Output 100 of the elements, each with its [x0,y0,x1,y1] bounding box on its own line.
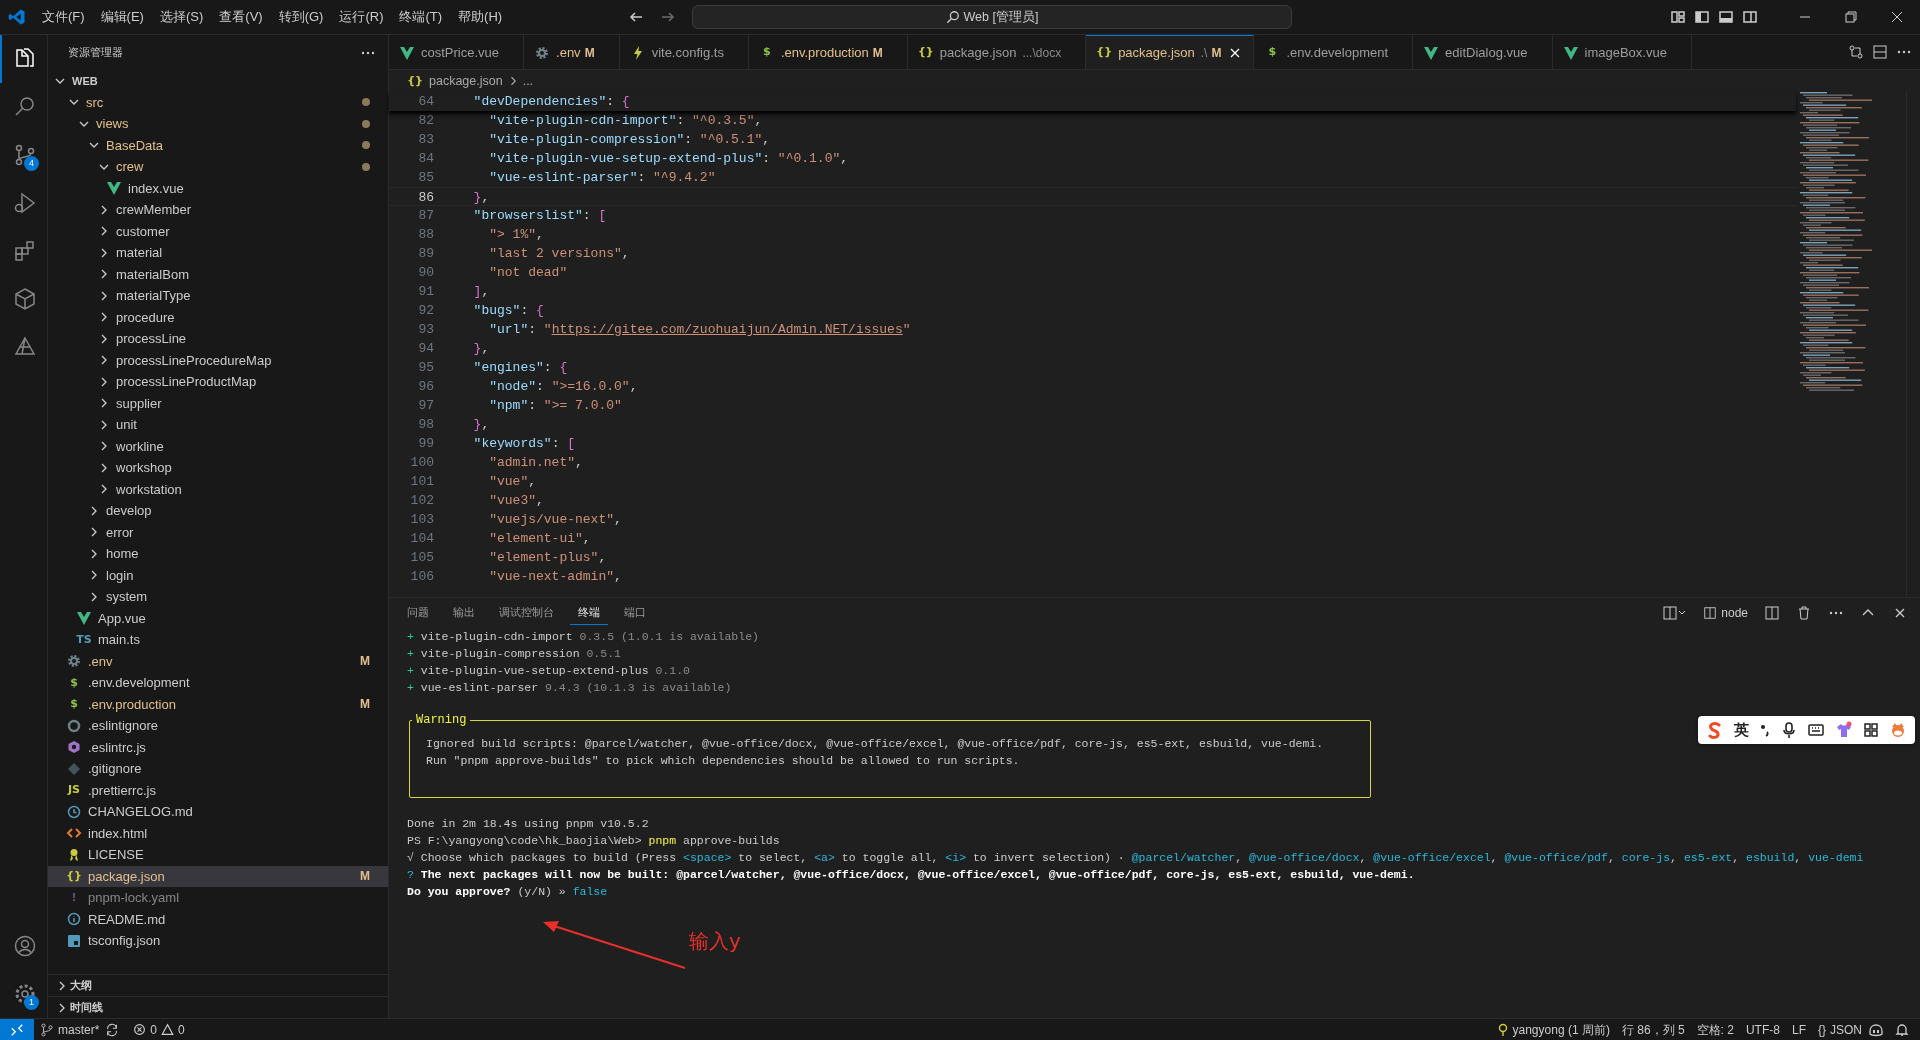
panel-tab[interactable]: 端口 [616,601,654,625]
breadcrumb-item[interactable]: package.json [429,71,503,91]
grid-icon[interactable] [1863,722,1879,738]
folder-item[interactable]: customer [48,220,388,242]
folder-item[interactable]: materialBom [48,263,388,285]
folder-item[interactable]: error [48,521,388,543]
breadcrumb-item[interactable]: ... [522,71,534,91]
folder-item[interactable]: system [48,586,388,608]
menu-item[interactable]: 转到(G) [270,5,332,29]
split-dropdown-icon[interactable] [1663,605,1688,621]
file-item[interactable]: CHANGELOG.md [48,801,388,823]
file-item[interactable]: .gitignore [48,758,388,780]
file-item[interactable]: .env M [48,650,388,672]
language-toggle[interactable]: 英 [1734,718,1749,742]
v-logo-icon [106,180,122,197]
code-line: "last 2 versions", [488,245,630,263]
extensions-icon[interactable] [12,239,37,263]
url-link[interactable]: https://gitee.com/zuohuaijun/Admin.NET/issues [551,322,903,337]
folder-item[interactable]: home [48,543,388,565]
file-item[interactable]: $ .env.development [48,672,388,694]
folder-item[interactable]: crewMember [48,199,388,221]
line-number: 82 [417,112,434,130]
file-item[interactable]: {} package.json M [48,865,388,887]
terminal-icon [1703,606,1718,620]
line-number: 92 [417,302,434,320]
file-item[interactable]: tsconfig.json [48,930,388,952]
copilot-icon[interactable] [1868,1022,1884,1037]
menu-item[interactable]: 编辑(E) [92,5,152,29]
file-item[interactable]: App.vue [48,607,388,629]
menu-item[interactable]: 文件(F) [34,5,93,29]
branch-status[interactable]: master* [34,1018,106,1040]
folder-item[interactable]: material [48,242,388,264]
compare-changes-icon[interactable] [1848,44,1864,60]
folder-item[interactable]: workshop [48,457,388,479]
file-item[interactable]: LICENSE [48,844,388,866]
menu-item[interactable]: 终端(T) [391,5,451,29]
folder-item[interactable]: BaseData [48,134,388,156]
file-item[interactable]: README.md [48,908,388,930]
folder-item[interactable]: src [48,91,388,113]
language-status[interactable]: {} JSON [1811,1018,1868,1040]
editor-tab[interactable]: {} package.json .\ M [1086,35,1255,69]
panel-tab[interactable]: 问题 [399,601,437,625]
file-item[interactable]: .eslintrc.js [48,736,388,758]
folder-item[interactable]: workstation [48,478,388,500]
cube-icon[interactable] [12,287,37,311]
file-item[interactable]: TS main.ts [48,629,388,651]
folder-item[interactable]: processLineProductMap [48,371,388,393]
microphone-icon[interactable] [1781,721,1797,739]
split-editor-icon[interactable] [1872,44,1888,60]
trash-icon[interactable] [1796,605,1812,621]
bell-icon[interactable] [1894,1022,1910,1037]
menu-item[interactable]: 查看(V) [211,5,271,29]
split-layout-icon[interactable] [1742,9,1758,25]
panel-tab[interactable]: 输出 [445,601,483,625]
line-ending-status[interactable]: LF [1785,1018,1812,1040]
keyboard-icon[interactable] [1807,721,1825,739]
terminal-line: Do you approve? (y/N) » false [407,885,608,898]
panel-toggle-icon[interactable] [1718,9,1734,25]
folder-item[interactable]: login [48,564,388,586]
file-item[interactable]: JS .prettierrc.js [48,779,388,801]
panel-tab[interactable]: 终端 [570,601,608,625]
cursor-position[interactable]: 行 86，列 5 [1615,1018,1691,1040]
sidebar-toggle-icon[interactable] [1694,9,1710,25]
folder-item[interactable]: procedure [48,306,388,328]
folder-item[interactable]: supplier [48,392,388,414]
menu-item[interactable]: 选择(S) [151,5,212,29]
panel-tab[interactable]: 调试控制台 [491,601,562,625]
folder-item[interactable]: develop [48,500,388,522]
account-icon[interactable] [12,934,37,958]
workspace-folder[interactable]: WEB [48,70,388,92]
run-debug-icon[interactable] [12,191,37,215]
folder-item[interactable]: materialType [48,285,388,307]
indentation-status[interactable]: 空格: 2 [1690,1018,1740,1040]
file-item[interactable]: index.html [48,822,388,844]
command-center[interactable]: Web [管理员] [692,5,1292,29]
folder-item[interactable]: unit [48,414,388,436]
code-line: "vue", [488,473,537,491]
folder-item[interactable]: processLineProcedureMap [48,349,388,371]
file-item[interactable]: .eslintignore [48,715,388,737]
layout-icon[interactable] [1670,9,1686,25]
section-header[interactable]: 大纲 [48,974,388,996]
folder-item[interactable]: crew [48,156,388,178]
file-item[interactable]: ! pnpm-lock.yaml [48,887,388,909]
terminal-selector[interactable]: node [1703,604,1748,622]
sync-icon[interactable] [105,1022,120,1037]
encoding-status[interactable]: UTF-8 [1739,1018,1786,1040]
menu-item[interactable]: 运行(R) [331,5,392,29]
shirt-icon[interactable] [1835,721,1853,739]
file-item[interactable]: index.vue [48,177,388,199]
folder-item[interactable]: workline [48,435,388,457]
line-number: 98 [417,416,434,434]
remote-button[interactable] [0,1018,34,1040]
mascot-icon[interactable] [1889,721,1907,739]
folder-item[interactable]: views [48,113,388,135]
split-terminal-icon[interactable] [1764,605,1780,621]
file-item[interactable]: $ .env.production M [48,693,388,715]
problems-status[interactable]: 0 0 [127,1018,191,1040]
menu-item[interactable]: 帮助(H) [450,5,511,29]
folder-item[interactable]: processLine [48,328,388,350]
blame-status[interactable]: yangyong (1 周前) [1490,1018,1616,1040]
